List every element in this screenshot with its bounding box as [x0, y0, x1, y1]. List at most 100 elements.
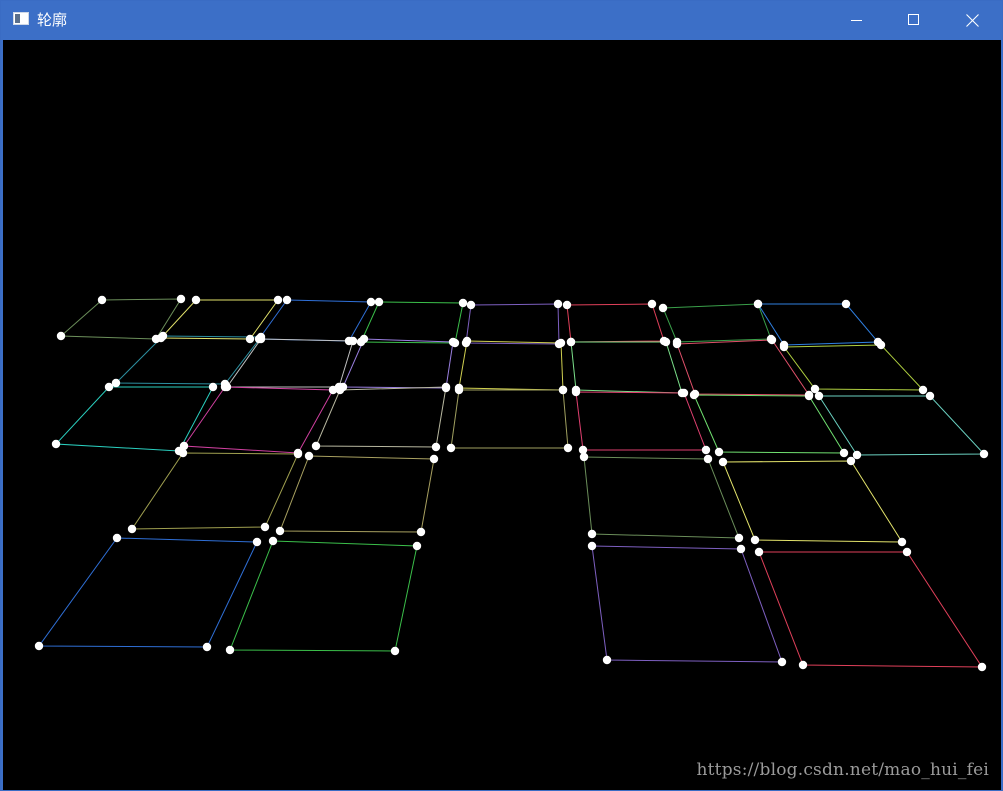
contour-drawing — [34, 294, 989, 672]
corner-point — [841, 299, 851, 309]
contour-quad — [465, 303, 560, 345]
contour-quad — [226, 338, 354, 388]
corner-point — [466, 300, 476, 310]
corner-point — [245, 334, 255, 344]
corner-point — [553, 299, 563, 309]
corner-point — [158, 331, 168, 341]
corner-point — [679, 388, 689, 398]
contour-quad — [114, 335, 263, 385]
contour-quad — [676, 339, 810, 396]
contour-quad — [570, 341, 683, 394]
corner-point — [273, 295, 283, 305]
corner-point — [689, 390, 699, 400]
corner-point — [876, 340, 886, 350]
corner-point — [429, 454, 439, 464]
corner-point — [767, 335, 777, 345]
corner-point — [390, 646, 400, 656]
corner-point — [562, 300, 572, 310]
corner-point — [701, 445, 711, 455]
contour-quad — [38, 537, 258, 648]
watermark-text: https://blog.csdn.net/mao_hui_fei — [696, 760, 989, 780]
corner-point — [441, 382, 451, 392]
corner-point — [176, 294, 186, 304]
corner-point — [112, 533, 122, 543]
contour-quad — [279, 455, 435, 533]
corner-point — [587, 541, 597, 551]
corner-point — [718, 457, 728, 467]
corner-point — [458, 298, 468, 308]
corner-point — [798, 660, 808, 670]
contour-quad — [591, 545, 783, 663]
corner-point — [602, 655, 612, 665]
corner-point — [736, 544, 746, 554]
corner-point — [448, 337, 458, 347]
contour-quad — [342, 338, 454, 389]
corner-point — [359, 334, 369, 344]
corner-point — [750, 535, 760, 545]
contour-window: 轮廓 https://blog.csdn.net/mao_hui_fei — [0, 0, 1003, 791]
corner-point — [979, 449, 989, 459]
corner-point — [846, 456, 856, 466]
corner-point — [558, 385, 568, 395]
corner-point — [897, 537, 907, 547]
app-window-icon — [13, 12, 29, 25]
corner-point — [454, 385, 464, 395]
corner-point — [282, 295, 292, 305]
contour-quad — [450, 389, 569, 449]
corner-point — [268, 536, 278, 546]
contour-quad — [818, 395, 986, 456]
contour-quad — [229, 540, 418, 652]
contour-quad — [258, 299, 372, 342]
corner-point — [714, 447, 724, 457]
corner-point — [779, 342, 789, 352]
corner-point — [918, 385, 928, 395]
contour-quad — [583, 456, 740, 539]
corner-point — [260, 522, 270, 532]
corner-point — [311, 441, 321, 451]
maximize-icon — [908, 14, 919, 25]
corner-point — [304, 451, 314, 461]
close-button[interactable] — [943, 1, 1001, 39]
window-title: 轮廓 — [37, 11, 68, 29]
corner-point — [925, 391, 935, 401]
corner-point — [191, 295, 201, 305]
corner-point — [220, 382, 230, 392]
title-bar[interactable]: 轮廓 — [1, 1, 1002, 39]
corner-point — [647, 299, 657, 309]
contour-quad — [662, 303, 772, 343]
maximize-button[interactable] — [885, 1, 943, 39]
corner-point — [293, 449, 303, 459]
contour-quad — [575, 391, 707, 451]
contour-quad — [566, 303, 665, 343]
corner-point — [777, 657, 787, 667]
corner-point — [446, 443, 456, 453]
corner-point — [104, 382, 114, 392]
contour-quad — [458, 340, 564, 391]
corner-point — [734, 533, 744, 543]
corner-point — [661, 337, 671, 347]
corner-point — [902, 547, 912, 557]
contour-quad — [315, 386, 447, 448]
corner-point — [672, 339, 682, 349]
corner-point — [374, 297, 384, 307]
contour-quad — [360, 301, 464, 344]
minimize-button[interactable] — [828, 1, 886, 39]
corner-point — [839, 448, 849, 458]
contour-quad — [722, 460, 903, 543]
corner-point — [275, 526, 285, 536]
corner-point — [56, 331, 66, 341]
corner-point — [202, 642, 212, 652]
corner-point — [431, 442, 441, 452]
contour-quad — [693, 394, 845, 454]
corner-point — [579, 452, 589, 462]
corner-point — [658, 303, 668, 313]
corner-point — [416, 527, 426, 537]
corner-point — [852, 450, 862, 460]
corner-point — [127, 524, 137, 534]
close-icon — [965, 13, 979, 27]
corner-point — [412, 541, 422, 551]
contour-quad — [54, 386, 214, 452]
contour-quad — [783, 344, 925, 391]
contour-quad — [131, 452, 299, 530]
corner-point — [178, 448, 188, 458]
